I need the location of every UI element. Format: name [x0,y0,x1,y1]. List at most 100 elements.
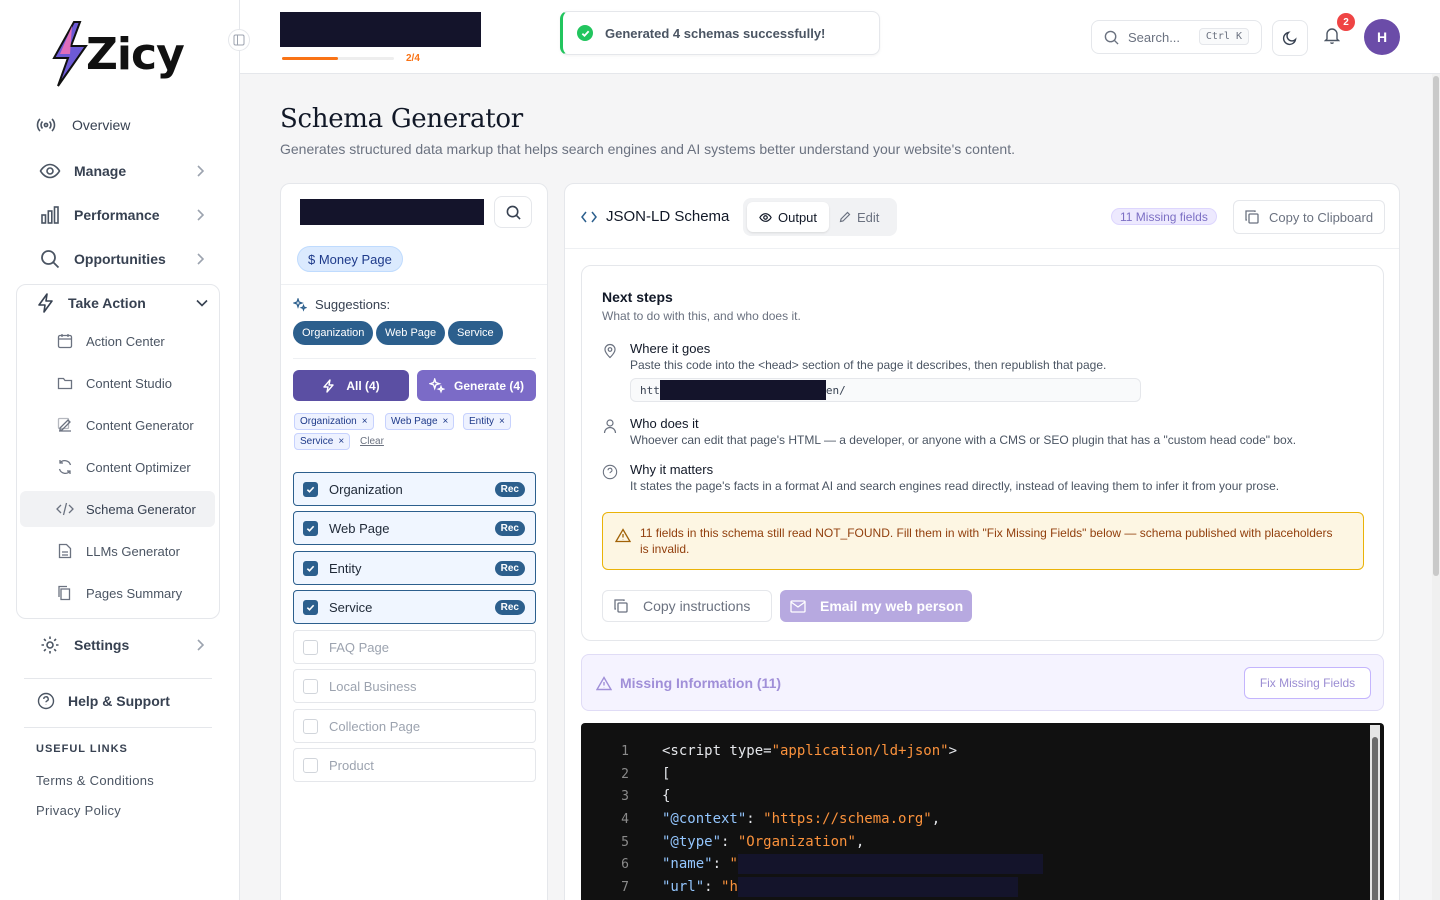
selected-tag[interactable]: Web Page × [385,413,455,430]
checkbox[interactable] [303,481,318,497]
code-token: <script type= [662,743,772,759]
nav-overview[interactable]: Overview [24,107,220,143]
type-label: Web Page [329,520,390,536]
select-all-button[interactable]: All (4) [293,370,409,401]
suggestion-chip[interactable]: Service [448,321,503,345]
checkbox[interactable] [303,678,318,694]
schema-type-organization[interactable]: Organization Rec [293,472,536,506]
sub-content-generator[interactable]: Content Generator [20,407,215,443]
code-key: "name" [662,856,713,872]
code-line: 7 "url": "h [581,876,1381,898]
schema-type-web-page[interactable]: Web Page Rec [293,511,536,545]
close-icon[interactable]: × [362,416,368,427]
nav-opportunities[interactable]: Opportunities [24,241,220,277]
schema-type-entity[interactable]: Entity Rec [293,551,536,585]
link-privacy[interactable]: Privacy Policy [36,803,121,818]
code-key: "url" [662,879,705,895]
sparkles-icon [293,297,307,312]
edit-icon [56,416,74,434]
page-scrollbar-thumb[interactable] [1433,76,1439,576]
schema-type-service[interactable]: Service Rec [293,590,536,624]
code-viewer[interactable]: 1 <script type="application/ld+json"> 2 … [581,723,1384,900]
page-url-box[interactable]: htt en/ [630,378,1141,402]
bell-icon[interactable] [1324,26,1340,44]
chevron-right-icon [197,253,204,265]
sub-label: Content Optimizer [86,459,191,475]
checkbox[interactable] [303,639,318,655]
broadcast-icon [34,113,58,137]
checkbox[interactable] [303,757,318,773]
chevron-right-icon [197,209,204,221]
code-string: " [729,856,738,872]
nav-take-action[interactable]: Take Action [24,285,220,321]
sub-llms-generator[interactable]: LLMs Generator [20,533,215,569]
page-search-button[interactable] [494,196,532,228]
selected-tag[interactable]: Organization × [294,413,374,430]
help-circle-icon [34,689,58,713]
clear-link[interactable]: Clear [360,436,384,447]
code-scrollbar-thumb[interactable] [1372,737,1378,900]
suggestion-chip[interactable]: Organization [293,321,374,345]
sub-schema-generator[interactable]: Schema Generator [20,491,215,527]
tab-edit[interactable]: Edit [839,202,879,232]
email-web-person-button[interactable]: Email my web person [780,590,972,622]
suggestions-text: Suggestions: [315,297,391,312]
sub-label: Content Studio [86,375,173,391]
pencil-icon [839,211,851,223]
selected-tag[interactable]: Entity × [463,413,511,430]
fix-missing-fields-button[interactable]: Fix Missing Fields [1244,667,1371,699]
redacted-page-input[interactable] [300,199,484,225]
selected-tag[interactable]: Service × [294,433,351,450]
warning-triangle-icon [615,528,631,543]
copy-instructions-button[interactable]: Copy instructions [602,590,772,622]
link-terms[interactable]: Terms & Conditions [36,773,154,788]
generate-button[interactable]: Generate (4) [417,370,536,401]
copy-instructions-label: Copy instructions [643,598,751,614]
nav-manage[interactable]: Manage [24,153,220,189]
nav-settings[interactable]: Settings [24,627,220,663]
sidebar-collapse-button[interactable] [228,29,250,51]
global-search[interactable]: Search... Ctrl K [1091,20,1262,54]
sub-content-studio[interactable]: Content Studio [20,365,215,401]
nav-label: Manage [74,163,127,179]
logo-text: Zicy [86,28,185,80]
copy-to-clipboard-button[interactable]: Copy to Clipboard [1233,200,1385,234]
checkbox[interactable] [303,560,318,576]
code-token: { [662,788,671,804]
close-icon[interactable]: × [499,416,505,427]
checkbox[interactable] [303,718,318,734]
sub-content-optimizer[interactable]: Content Optimizer [20,449,215,485]
recommended-badge: Rec [494,521,525,536]
lightning-icon [34,291,58,315]
schema-type-local-business[interactable]: Local Business [293,669,536,703]
checkbox[interactable] [303,599,318,615]
avatar[interactable]: H [1364,19,1400,55]
sub-pages-summary[interactable]: Pages Summary [20,575,215,611]
help-circle-icon [602,464,618,480]
checkmark-icon [306,486,315,493]
sub-action-center[interactable]: Action Center [20,323,215,359]
chevron-down-icon [196,299,208,307]
schema-output-panel: JSON-LD Schema Output Edit 11 Missing fi… [564,183,1400,900]
close-icon[interactable]: × [443,416,449,427]
nav-performance[interactable]: Performance [24,197,220,233]
nav-help-support[interactable]: Help & Support [24,683,220,719]
url-start: htt [640,383,660,397]
theme-toggle-button[interactable] [1272,20,1308,56]
close-icon[interactable]: × [338,436,344,447]
type-label: Local Business [329,678,417,694]
logo[interactable]: Zicy [50,20,185,88]
schema-type-product[interactable]: Product [293,748,536,782]
checkbox[interactable] [303,520,318,536]
schema-type-faq-page[interactable]: FAQ Page [293,630,536,664]
panel-divider [293,358,536,359]
suggestion-chip[interactable]: Web Page [376,321,446,345]
page-title: Schema Generator [280,104,523,134]
moon-icon [1282,31,1297,46]
schema-type-collection-page[interactable]: Collection Page [293,709,536,743]
missing-information-card[interactable]: Missing Information (11) Fix Missing Fie… [581,654,1384,711]
missing-info-title: Missing Information (11) [596,675,781,691]
code-line: 6 "name": " [581,853,1381,875]
tab-output[interactable]: Output [747,202,829,232]
copy-icon [1245,210,1259,224]
